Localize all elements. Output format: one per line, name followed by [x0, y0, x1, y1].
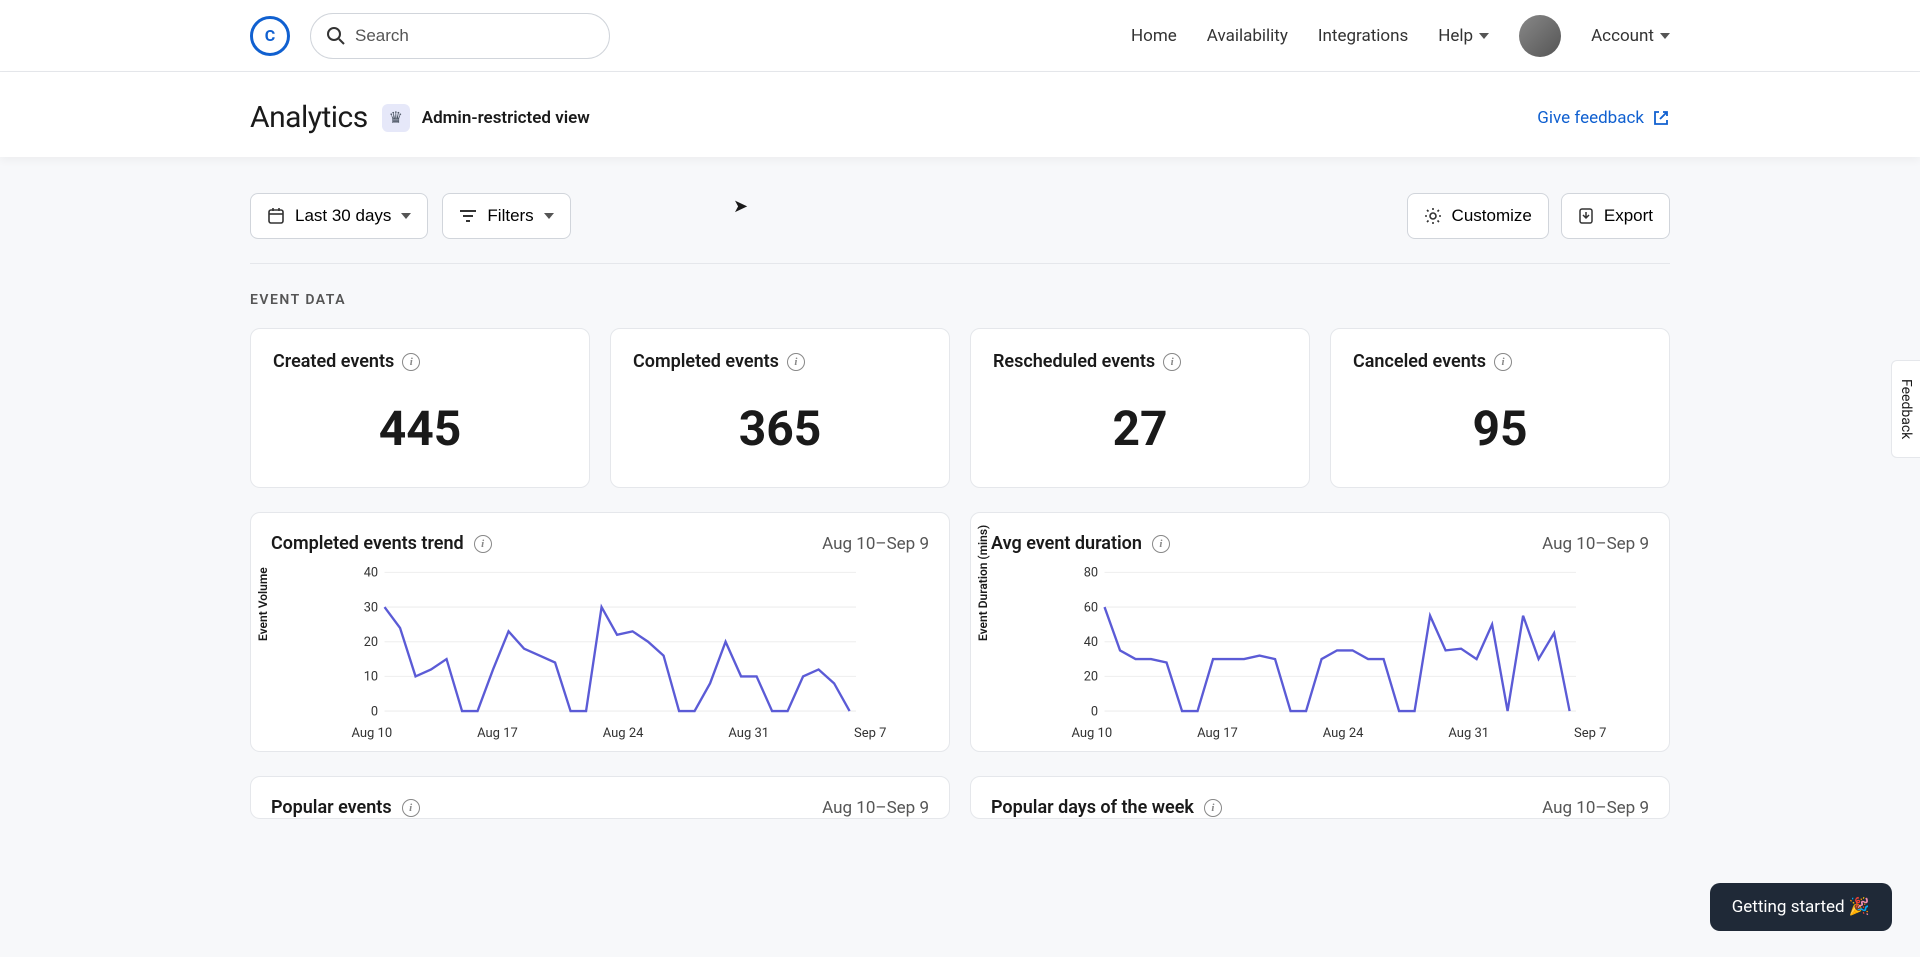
svg-text:0: 0	[1091, 704, 1098, 719]
info-icon[interactable]: i	[402, 353, 420, 371]
svg-text:30: 30	[364, 600, 378, 615]
stat-canceled-events: Canceled eventsi 95	[1330, 328, 1670, 488]
y-axis-label: Event Volume	[256, 567, 270, 641]
search-icon	[326, 26, 346, 50]
nav-availability[interactable]: Availability	[1207, 26, 1288, 46]
info-icon[interactable]: i	[1163, 353, 1181, 371]
chevron-down-icon	[1660, 33, 1670, 39]
stat-created-events: Created eventsi 445	[250, 328, 590, 488]
stat-rescheduled-events: Rescheduled eventsi 27	[970, 328, 1310, 488]
info-icon[interactable]: i	[787, 353, 805, 371]
line-chart: 0 10 20 30 40	[271, 566, 929, 726]
date-range-button[interactable]: Last 30 days	[250, 193, 428, 239]
getting-started-button[interactable]: Getting started 🎉	[1710, 883, 1892, 931]
info-icon[interactable]: i	[474, 535, 492, 553]
chart-date-range: Aug 10–Sep 9	[822, 534, 929, 554]
svg-text:40: 40	[1084, 635, 1098, 650]
chevron-down-icon	[401, 213, 411, 219]
info-icon[interactable]: i	[402, 799, 420, 817]
app-logo[interactable]: C	[250, 16, 290, 56]
search-container	[310, 13, 610, 59]
nav-account[interactable]: Account	[1591, 26, 1670, 46]
chart-avg-duration: Avg event durationi Aug 10–Sep 9 Event D…	[970, 512, 1670, 752]
svg-text:80: 80	[1084, 566, 1098, 581]
admin-view-label: Admin-restricted view	[422, 108, 590, 128]
x-axis-ticks: Aug 10Aug 17Aug 24Aug 31Sep 7	[271, 726, 929, 741]
filter-icon	[459, 209, 477, 223]
download-icon	[1578, 207, 1594, 225]
filters-button[interactable]: Filters	[442, 193, 570, 239]
nav-help[interactable]: Help	[1438, 26, 1489, 46]
crown-icon: ♛	[382, 104, 410, 132]
chart-popular-events: Popular eventsi Aug 10–Sep 9	[250, 776, 950, 819]
export-button[interactable]: Export	[1561, 193, 1670, 239]
search-input[interactable]	[310, 13, 610, 59]
svg-text:20: 20	[1084, 670, 1098, 685]
x-axis-ticks: Aug 10Aug 17Aug 24Aug 31Sep 7	[991, 726, 1649, 741]
svg-text:40: 40	[364, 566, 378, 581]
svg-text:0: 0	[371, 704, 378, 719]
stat-completed-events: Completed eventsi 365	[610, 328, 950, 488]
stat-value: 95	[1353, 400, 1647, 457]
nav-links: Home Availability Integrations Help Acco…	[1131, 15, 1670, 57]
give-feedback-link[interactable]: Give feedback	[1537, 108, 1670, 128]
charts-row-2: Popular eventsi Aug 10–Sep 9 Popular day…	[250, 776, 1670, 819]
calendar-icon	[267, 207, 285, 225]
customize-button[interactable]: Customize	[1407, 193, 1549, 239]
chevron-down-icon	[544, 213, 554, 219]
external-link-icon	[1652, 109, 1670, 127]
page-title: Analytics	[250, 100, 368, 135]
svg-text:60: 60	[1084, 600, 1098, 615]
chart-completed-trend: Completed events trendi Aug 10–Sep 9 Eve…	[250, 512, 950, 752]
page-header: Analytics ♛ Admin-restricted view Give f…	[0, 72, 1920, 157]
nav-integrations[interactable]: Integrations	[1318, 26, 1408, 46]
stat-value: 445	[273, 400, 567, 457]
charts-row-1: Completed events trendi Aug 10–Sep 9 Eve…	[250, 512, 1670, 752]
svg-text:10: 10	[364, 670, 378, 685]
chart-popular-days: Popular days of the weeki Aug 10–Sep 9	[970, 776, 1670, 819]
top-nav: C Home Availability Integrations Help Ac…	[0, 0, 1920, 72]
chart-date-range: Aug 10–Sep 9	[822, 798, 929, 818]
info-icon[interactable]: i	[1494, 353, 1512, 371]
chevron-down-icon	[1479, 33, 1489, 39]
user-avatar[interactable]	[1519, 15, 1561, 57]
chart-date-range: Aug 10–Sep 9	[1542, 534, 1649, 554]
info-icon[interactable]: i	[1204, 799, 1222, 817]
svg-text:20: 20	[364, 635, 378, 650]
y-axis-label: Event Duration (mins)	[976, 525, 990, 641]
stat-value: 365	[633, 400, 927, 457]
line-chart: 0 20 40 60 80	[991, 566, 1649, 726]
info-icon[interactable]: i	[1152, 535, 1170, 553]
main-content: Last 30 days Filters Customize Export EV…	[0, 157, 1920, 819]
feedback-tab[interactable]: Feedback	[1891, 360, 1920, 458]
gear-icon	[1424, 207, 1442, 225]
stats-grid: Created eventsi 445 Completed eventsi 36…	[250, 328, 1670, 488]
stat-value: 27	[993, 400, 1287, 457]
section-label: EVENT DATA	[250, 292, 1670, 308]
nav-home[interactable]: Home	[1131, 26, 1177, 46]
chart-date-range: Aug 10–Sep 9	[1542, 798, 1649, 818]
toolbar: Last 30 days Filters Customize Export	[250, 193, 1670, 264]
